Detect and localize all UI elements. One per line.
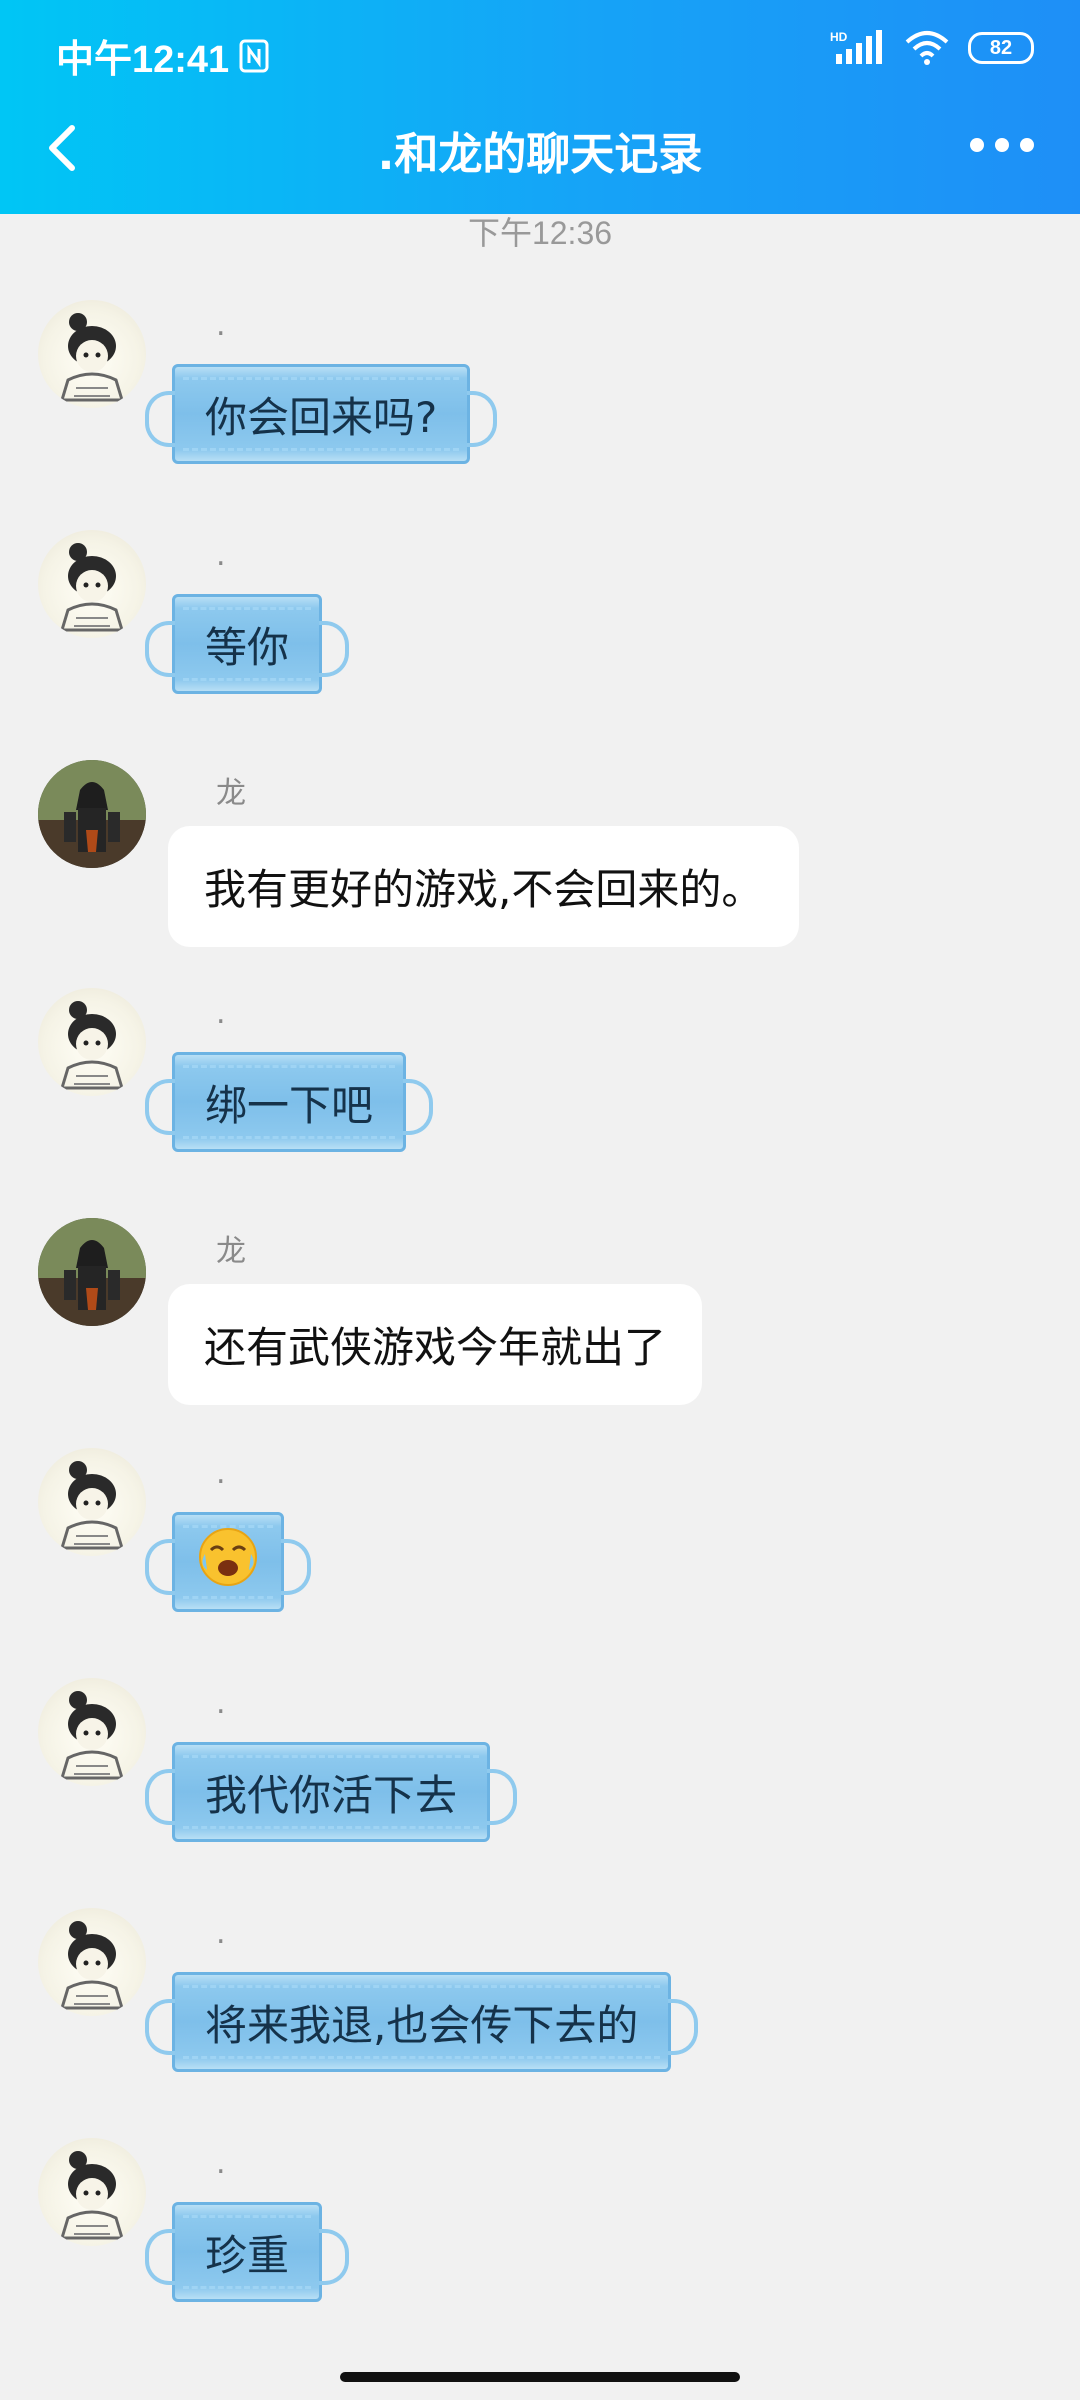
mask-ear-right — [281, 1539, 311, 1595]
mask-bubble-body: 我代你活下去 — [145, 1742, 518, 1842]
message-text: 你会回来吗? — [205, 392, 438, 442]
message-text: 等你 — [205, 622, 290, 672]
home-indicator[interactable] — [340, 2372, 740, 2382]
avatar[interactable] — [38, 300, 146, 408]
message-bubble[interactable]: 绑一下吧 — [145, 1052, 434, 1152]
avatar[interactable] — [38, 1218, 146, 1326]
mask-ear-right — [668, 1999, 699, 2055]
nfc-icon — [239, 39, 269, 72]
network-label: HD — [830, 30, 848, 44]
message-bubble[interactable]: 你会回来吗? — [145, 364, 498, 464]
chat-message: . — [0, 1448, 1080, 1628]
message-text: 还有武侠游戏今年就出了 — [204, 1323, 667, 1372]
status-bar-left: 中午12:41 — [56, 28, 269, 83]
crying-emoji-icon — [197, 1526, 259, 1598]
chat-message: . 将来我退,也会传下去的 — [0, 1908, 1080, 2088]
avatar[interactable] — [38, 1908, 146, 2016]
sender-name: . — [216, 996, 226, 1031]
avatar[interactable] — [38, 760, 146, 868]
avatar[interactable] — [38, 1448, 146, 1556]
sender-name: . — [216, 2146, 226, 2181]
message-bubble[interactable]: 等你 — [145, 594, 350, 694]
more-options-button[interactable] — [970, 130, 1034, 160]
message-bubble[interactable]: 我有更好的游戏,不会回来的。 — [168, 826, 800, 947]
message-bubble[interactable]: 珍重 — [145, 2202, 350, 2302]
chat-message: . 珍重 — [0, 2138, 1080, 2318]
message-text: 绑一下吧 — [205, 1080, 374, 1130]
message-text: 珍重 — [205, 2230, 290, 2280]
page-title: .和龙的聊天记录 — [377, 129, 703, 180]
mask-ear-left — [145, 1999, 175, 2055]
sender-name: . — [216, 1686, 226, 1721]
sender-name: . — [216, 538, 226, 573]
mask-ear-left — [145, 1769, 175, 1825]
mask-ear-left — [145, 1079, 175, 1135]
avatar[interactable] — [38, 2138, 146, 2246]
chat-timestamp: 下午12:36 — [467, 215, 613, 251]
mask-ear-left — [145, 1539, 175, 1595]
mask-bubble-body — [145, 1512, 311, 1612]
chat-message: 龙 还有武侠游戏今年就出了 — [0, 1218, 1080, 1408]
message-text: 我代你活下去 — [205, 1770, 458, 1820]
mask-ear-right — [487, 1769, 518, 1825]
chat-message: 龙 我有更好的游戏,不会回来的。 — [0, 760, 1080, 950]
mask-ear-right — [467, 391, 498, 447]
mask-bubble-body: 绑一下吧 — [145, 1052, 434, 1152]
mask-bubble-body: 将来我退,也会传下去的 — [145, 1972, 699, 2072]
mask-ear-right — [403, 1079, 434, 1135]
status-time: 中午12:41 — [56, 39, 230, 81]
sender-name: . — [216, 308, 226, 343]
contact-avatar-icon — [38, 760, 146, 868]
chat-message: . 等你 — [0, 530, 1080, 710]
mask-ear-left — [145, 2229, 175, 2285]
mask-ear-right — [319, 2229, 350, 2285]
user-avatar-icon — [59, 1001, 125, 1090]
mask-ear-left — [145, 391, 175, 447]
mask-ear-right — [319, 621, 350, 677]
mask-bubble-body: 你会回来吗? — [145, 364, 498, 464]
message-bubble[interactable] — [145, 1512, 311, 1612]
message-text: 将来我退,也会传下去的 — [205, 2000, 639, 2050]
mask-bubble-body: 等你 — [145, 594, 350, 694]
signal-icon: HD — [830, 30, 882, 64]
mask-ear-left — [145, 621, 175, 677]
more-dot-icon — [995, 138, 1009, 152]
mask-bubble-body: 珍重 — [145, 2202, 350, 2302]
avatar[interactable] — [38, 988, 146, 1096]
message-bubble[interactable]: 将来我退,也会传下去的 — [145, 1972, 699, 2072]
user-avatar-icon — [59, 1691, 125, 1780]
title-bar: 中午12:41 HD 82 .和龙的聊天记录 — [0, 0, 1080, 214]
sender-name: 龙 — [216, 776, 246, 811]
chat-message: . 我代你活下去 — [0, 1678, 1080, 1858]
message-bubble[interactable]: 还有武侠游戏今年就出了 — [168, 1284, 703, 1405]
more-dot-icon — [1020, 138, 1034, 152]
avatar[interactable] — [38, 530, 146, 638]
sender-name: 龙 — [216, 1234, 246, 1269]
user-avatar-icon — [59, 313, 125, 402]
more-dot-icon — [970, 138, 984, 152]
chat-message: . 绑一下吧 — [0, 988, 1080, 1168]
sender-name: . — [216, 1916, 226, 1951]
user-avatar-icon — [59, 2151, 125, 2240]
avatar[interactable] — [38, 1678, 146, 1786]
chat-message: . 你会回来吗? — [0, 300, 1080, 480]
message-bubble[interactable]: 我代你活下去 — [145, 1742, 518, 1842]
contact-avatar-icon — [38, 1218, 146, 1326]
user-avatar-icon — [59, 1921, 125, 2010]
user-avatar-icon — [59, 1461, 125, 1550]
message-text: 我有更好的游戏,不会回来的。 — [204, 865, 764, 914]
user-avatar-icon — [59, 543, 125, 632]
battery-indicator: 82 — [968, 32, 1034, 64]
sender-name: . — [216, 1456, 226, 1491]
wifi-icon — [905, 31, 949, 65]
status-bar-right: HD 82 — [830, 30, 1034, 66]
